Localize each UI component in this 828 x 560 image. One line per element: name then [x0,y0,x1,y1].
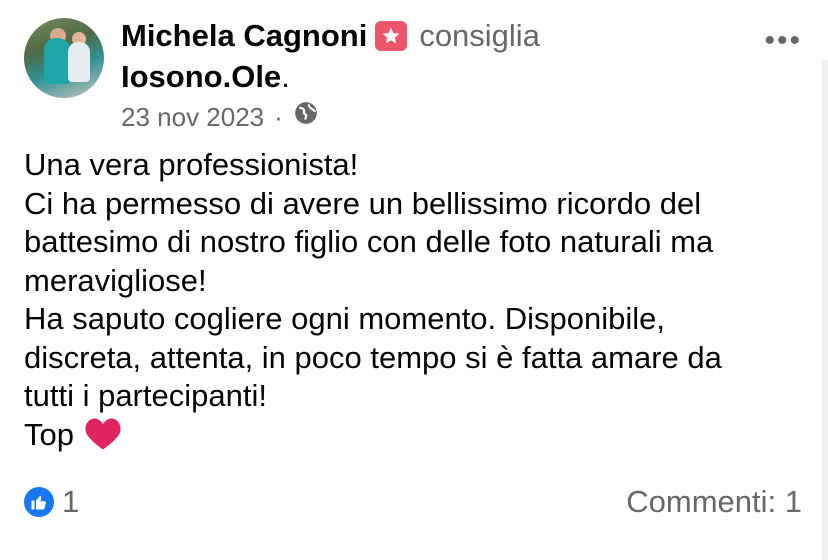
like-thumb-icon [24,487,54,517]
heart-emoji-icon [84,417,122,461]
recommend-star-icon [375,21,408,51]
reactions-summary[interactable]: 1 [24,484,79,520]
body-line: discreta, attenta, in poco tempo si è fa… [24,339,722,375]
comments-count[interactable]: Commenti: 1 [626,484,802,520]
post-header: Michela Cagnoni consiglia [121,16,540,56]
page-name[interactable]: Iosono.Ole [121,59,281,94]
body-line: meravigliose! [24,262,207,298]
globe-icon [293,100,319,133]
more-options-icon[interactable]: ••• [764,24,802,58]
meta-separator: · [274,101,283,132]
page-line: Iosono.Ole. [121,57,290,97]
body-line: Una vera professionista! [24,147,359,182]
body-line: Top [24,416,74,452]
body-line: tutti i partecipanti! [24,378,267,413]
body-line: Ci ha permesso di avere un bellissimo ri… [24,185,702,221]
avatar[interactable] [24,18,104,98]
post-meta: 23 nov 2023 · [121,100,319,133]
post-date[interactable]: 23 nov 2023 [121,101,264,133]
period: . [281,59,290,94]
author-name[interactable]: Michela Cagnoni [121,18,367,53]
recommend-verb: consiglia [419,18,540,53]
like-count: 1 [62,484,80,519]
body-line: Ha saputo cogliere ogni momento. Disponi… [24,301,666,336]
scrollbar[interactable] [822,60,828,560]
post-body: Una vera professionista! Ci ha permesso … [24,146,814,460]
body-line: battesimo di nostro figlio con delle fot… [24,224,714,259]
body-line-last: Top [24,416,814,461]
